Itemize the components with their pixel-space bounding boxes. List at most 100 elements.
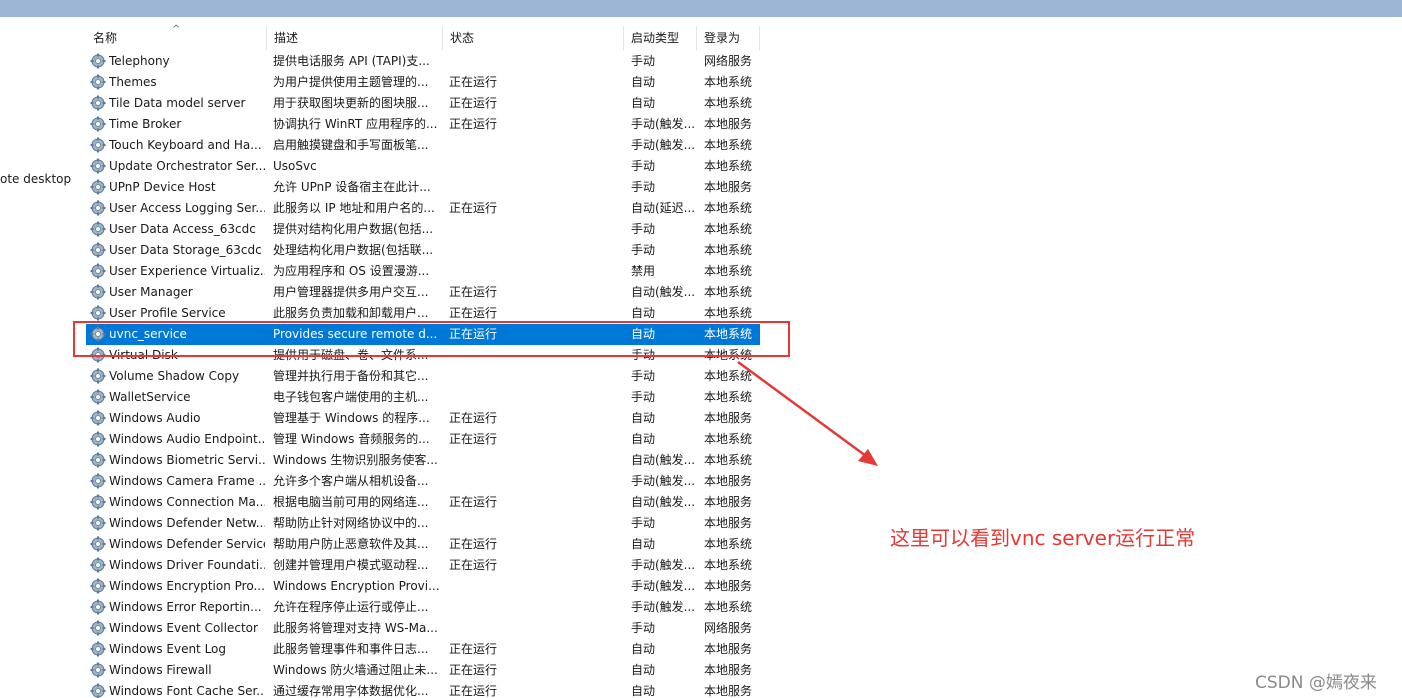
table-row[interactable]: Windows Event Log 此服务管理事件和事件日志... 正在运行 自动 本地… [86, 639, 760, 660]
table-row[interactable]: Windows Defender Service 帮助用户防止恶意软件及其... 正… [86, 534, 760, 555]
service-name: User Experience Virtualiz... [109, 264, 265, 278]
table-row[interactable]: Windows Firewall Windows 防火墙通过阻止未... 正在运行 自… [86, 660, 760, 681]
service-description: 为用户提供使用主题管理的... [273, 75, 429, 89]
table-row[interactable]: User Experience Virtualiz... 为应用程序和 OS 设置… [86, 261, 760, 282]
gear-icon [90, 473, 107, 490]
service-status [449, 156, 619, 177]
column-header-logon[interactable]: 登录为 [697, 26, 760, 50]
title-strip [0, 0, 1402, 17]
table-row[interactable]: WalletService 电子钱包客户端使用的主机... 手动 本地系统 [86, 387, 760, 408]
service-status [449, 576, 619, 597]
service-status: 正在运行 [449, 684, 498, 698]
table-row[interactable]: User Manager 用户管理器提供多用户交互... 正在运行 自动(触发... 本… [86, 282, 760, 303]
service-logon-as: 本地服务 [704, 495, 753, 509]
table-row[interactable]: Windows Driver Foundati... 创建并管理用户模式驱动程..… [86, 555, 760, 576]
table-row[interactable]: Update Orchestrator Ser... UsoSvc 手动 本地系统 [86, 156, 760, 177]
table-row[interactable]: Themes 为用户提供使用主题管理的... 正在运行 自动 本地系统 [86, 72, 760, 93]
service-logon-as: 本地系统 [704, 138, 753, 152]
table-row[interactable]: Touch Keyboard and Ha... 启用触摸键盘和手写面板笔... 手… [86, 135, 760, 156]
table-row[interactable]: Windows Connection Ma... 根据电脑当前可用的网络连... 正… [86, 492, 760, 513]
service-startup-type: 手动 [631, 516, 656, 530]
table-row[interactable]: User Data Access_63cdc 提供对结构化用户数据(包括... 手动… [86, 219, 760, 240]
table-row[interactable]: User Access Logging Ser... 此服务以 IP 地址和用户名… [86, 198, 760, 219]
service-description: 启用触摸键盘和手写面板笔... [273, 138, 429, 152]
service-description: 允许多个客户端从相机设备... [273, 474, 429, 488]
table-row[interactable]: Windows Encryption Pro... Windows Encrypt… [86, 576, 760, 597]
gear-icon [90, 95, 107, 112]
service-status: 正在运行 [449, 285, 498, 299]
service-name: User Data Storage_63cdc [109, 243, 262, 257]
gear-icon [90, 221, 107, 238]
service-logon-as: 本地系统 [704, 390, 753, 404]
table-row[interactable]: Windows Audio 管理基于 Windows 的程序... 正在运行 自动 本地… [86, 408, 760, 429]
service-description: 此服务管理事件和事件日志... [273, 642, 429, 656]
service-status [449, 51, 619, 72]
service-description: 此服务以 IP 地址和用户名的... [273, 201, 435, 215]
service-description: 通过缓存常用字体数据优化... [273, 684, 429, 698]
table-row[interactable]: Windows Font Cache Ser... 通过缓存常用字体数据优化...… [86, 681, 760, 698]
table-row[interactable]: User Data Storage_63cdc 处理结构化用户数据(包括联... 手… [86, 240, 760, 261]
service-startup-type: 手动(触发... [631, 474, 696, 488]
column-header-startup-type[interactable]: 启动类型 [624, 26, 697, 50]
service-name: Telephony [109, 54, 170, 68]
service-name: Windows Driver Foundati... [109, 558, 265, 572]
service-description: 协调执行 WinRT 应用程序的... [273, 117, 438, 131]
table-row[interactable]: Windows Error Reportin... 允许在程序停止运行或停止...… [86, 597, 760, 618]
service-description: 此服务将管理对支持 WS-Ma... [273, 621, 438, 635]
gear-icon [90, 410, 107, 427]
service-logon-as: 本地服务 [704, 684, 753, 698]
service-status: 正在运行 [449, 642, 498, 656]
gear-icon [90, 599, 107, 616]
table-row[interactable]: Telephony 提供电话服务 API (TAPI)支... 手动 网络服务 [86, 51, 760, 72]
table-row[interactable]: Windows Defender Netw... 帮助防止针对网络协议中的... 手… [86, 513, 760, 534]
service-startup-type: 自动 [631, 684, 656, 698]
sort-ascending-icon: ^ [172, 24, 181, 35]
column-header-status[interactable]: 状态 [443, 26, 624, 50]
service-logon-as: 本地服务 [704, 180, 753, 194]
table-row[interactable]: Time Broker 协调执行 WinRT 应用程序的... 正在运行 手动(触发.… [86, 114, 760, 135]
service-logon-as: 本地系统 [704, 369, 753, 383]
gear-icon [90, 158, 107, 175]
service-logon-as: 网络服务 [704, 621, 753, 635]
table-row[interactable]: Windows Audio Endpoint... 管理 Windows 音频服务… [86, 429, 760, 450]
service-name: Windows Defender Netw... [109, 516, 265, 530]
table-row[interactable]: Windows Event Collector 此服务将管理对支持 WS-Ma..… [86, 618, 760, 639]
left-pane [0, 17, 78, 698]
service-description: 电子钱包客户端使用的主机... [273, 390, 429, 404]
service-logon-as: 本地系统 [704, 537, 753, 551]
gear-icon [90, 305, 107, 322]
gear-icon [90, 557, 107, 574]
gear-icon [90, 662, 107, 679]
left-pane-label: ote desktop [0, 172, 72, 186]
service-startup-type: 自动 [631, 75, 656, 89]
service-name: Windows Defender Service [109, 537, 265, 551]
service-logon-as: 本地系统 [704, 201, 753, 215]
gear-icon [90, 536, 107, 553]
service-logon-as: 本地系统 [704, 285, 753, 299]
service-name: User Access Logging Ser... [109, 201, 265, 215]
table-row[interactable]: Tile Data model server 用于获取图块更新的图块服... 正在运… [86, 93, 760, 114]
annotation-text: 这里可以看到vnc server运行正常 [890, 526, 1196, 550]
service-startup-type: 自动 [631, 642, 656, 656]
service-description: 允许在程序停止运行或停止... [273, 600, 429, 614]
service-startup-type: 自动 [631, 96, 656, 110]
column-header-description[interactable]: 描述 [267, 26, 443, 50]
service-status: 正在运行 [449, 75, 498, 89]
service-description: UsoSvc [273, 159, 317, 173]
table-row[interactable]: Windows Biometric Servi... Windows 生物识别服务… [86, 450, 760, 471]
service-status [449, 513, 619, 534]
service-logon-as: 本地服务 [704, 117, 753, 131]
table-row[interactable]: Windows Camera Frame ... 允许多个客户端从相机设备... 手… [86, 471, 760, 492]
service-status [449, 366, 619, 387]
gear-icon [90, 368, 107, 385]
table-row[interactable]: UPnP Device Host 允许 UPnP 设备宿主在此计... 手动 本地服务 [86, 177, 760, 198]
table-row[interactable]: Volume Shadow Copy 管理并执行用于备份和其它... 手动 本地系统 [86, 366, 760, 387]
service-status [449, 177, 619, 198]
gear-icon [90, 263, 107, 280]
service-logon-as: 本地系统 [704, 600, 753, 614]
service-logon-as: 本地服务 [704, 642, 753, 656]
service-description: 管理并执行用于备份和其它... [273, 369, 429, 383]
service-name: Themes [109, 75, 157, 89]
service-startup-type: 手动 [631, 390, 656, 404]
service-status: 正在运行 [449, 537, 498, 551]
